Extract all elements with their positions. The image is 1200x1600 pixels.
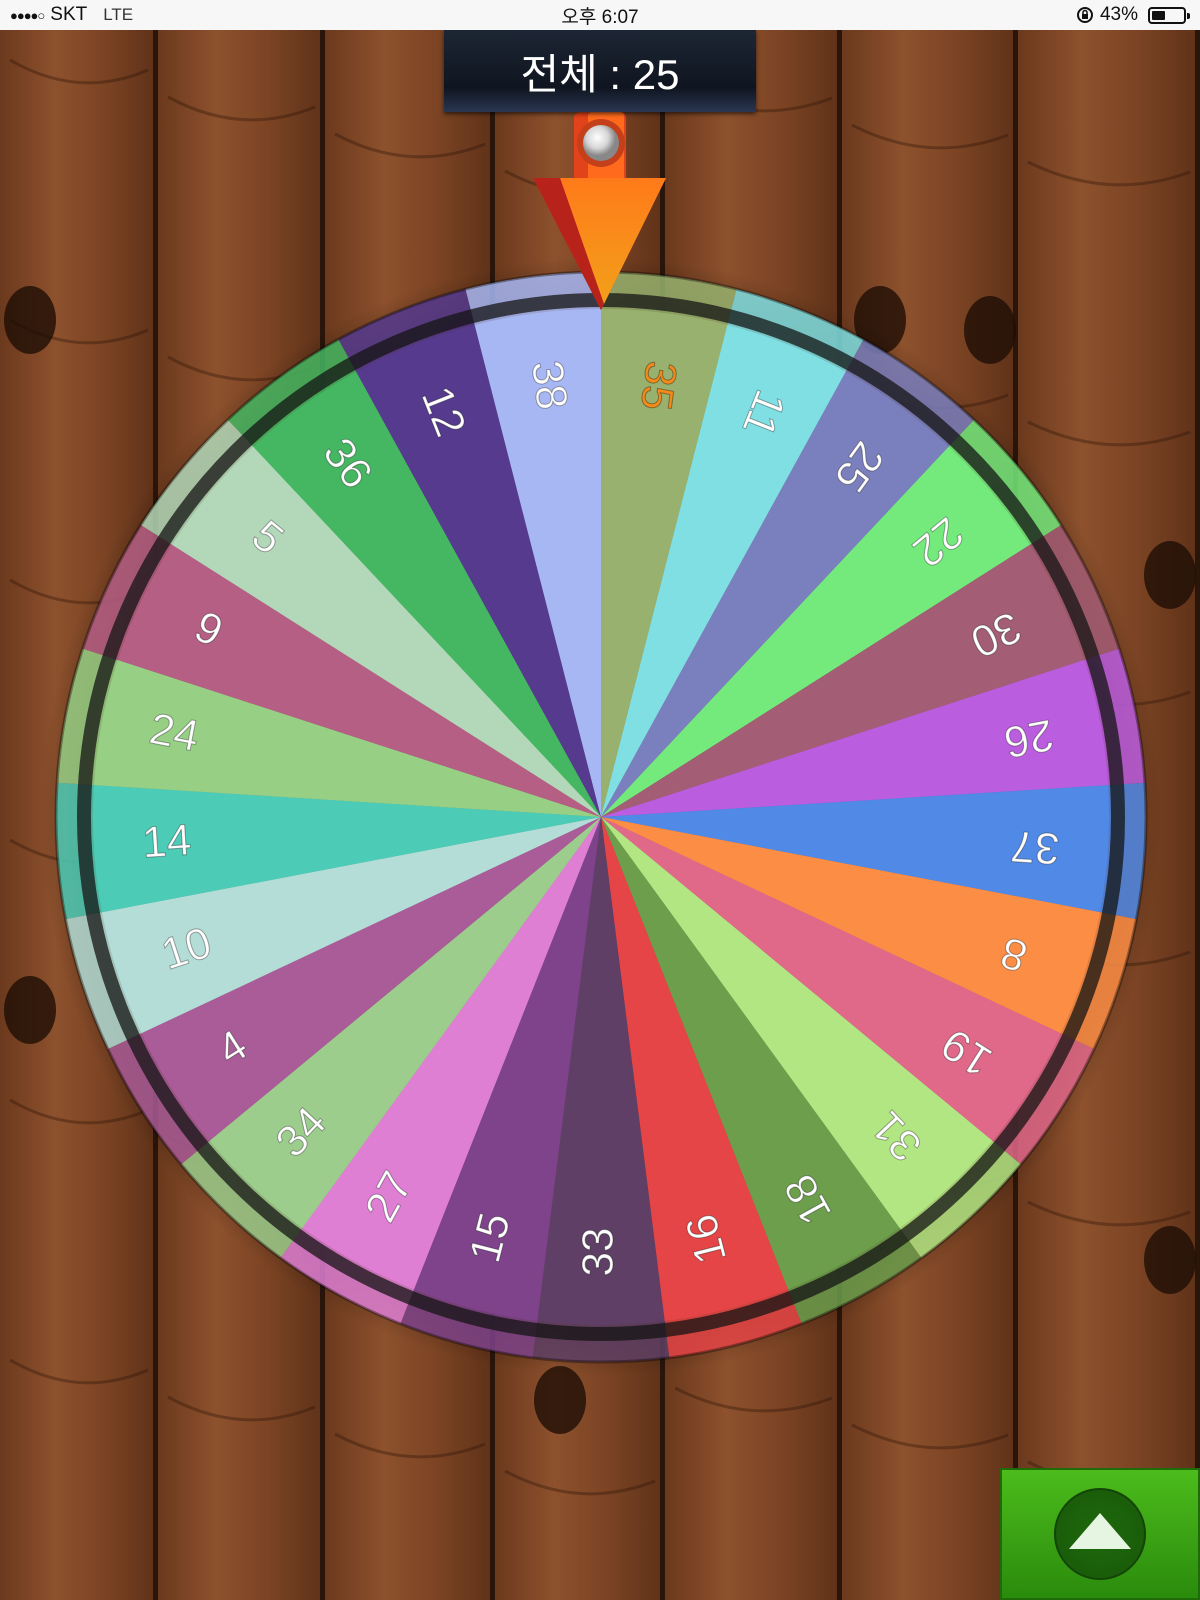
wheel-label-37: 37 [1009,821,1061,873]
battery-icon [1148,6,1190,24]
total-count-text: 전체 : 25 [520,50,680,98]
wheel-label-38: 38 [522,358,577,413]
roulette-wheel[interactable]: 35 11252230263781931181633152734410142495… [54,270,1148,1364]
wheel-label-35: 35 [631,358,686,413]
spin-button[interactable] [1000,1468,1200,1600]
wheel-label-26: 26 [1000,710,1057,767]
status-bar: ●●●●○ SKT LTE 오후 6:07 43% [0,0,1200,30]
wheel-label-24: 24 [146,704,203,761]
up-triangle-icon [1069,1513,1131,1549]
pointer-pin-icon [583,125,619,161]
total-count-panel: 전체 : 25 [444,30,756,112]
wheel-label-33: 33 [574,1228,623,1277]
signal-strength-icon: ●●●●○ [10,7,45,23]
rotation-lock-icon [1076,7,1093,23]
battery-level-fill [1152,10,1165,20]
roulette-wheel-area: 35 11252230263781931181633152734410142495… [41,112,1161,1377]
wheel-label-14: 14 [141,815,193,867]
status-time: 오후 6:07 [561,6,639,28]
carrier-name: SKT [50,4,88,25]
battery-percent: 43% [1099,4,1138,25]
spin-button-circle [1054,1488,1146,1580]
network-type: LTE [103,5,134,24]
